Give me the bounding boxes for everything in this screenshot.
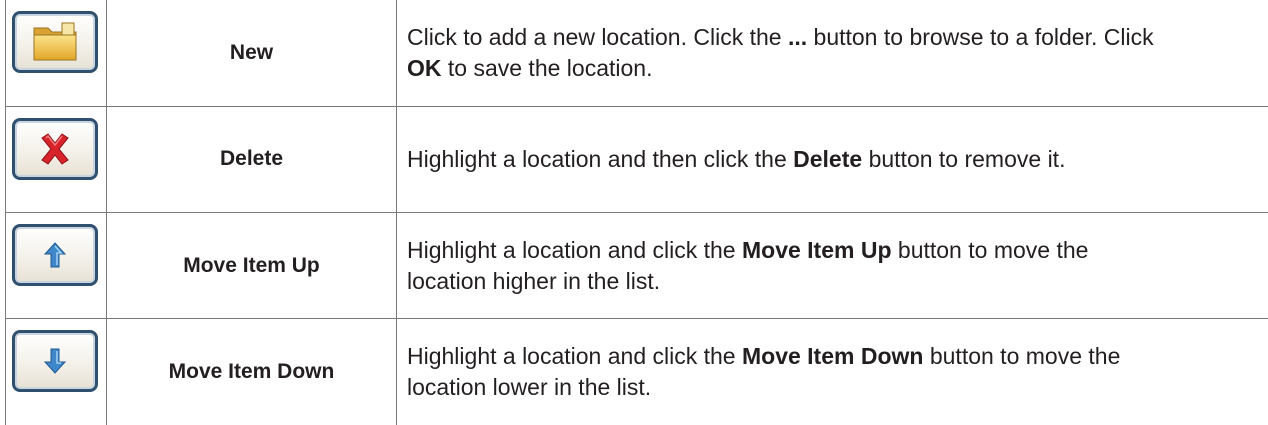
table-row: Move Item Up Highlight a location and cl… <box>5 211 1268 320</box>
arrow-up-icon <box>44 242 66 268</box>
move-item-down-button[interactable] <box>12 330 98 393</box>
item-name: Delete <box>106 105 397 214</box>
item-description: Highlight a location and then click the … <box>396 105 1268 214</box>
new-folder-icon <box>33 22 77 61</box>
item-name: New <box>106 0 397 107</box>
item-description: Highlight a location and click the Move … <box>396 211 1268 320</box>
item-name: Move Item Down <box>106 318 397 425</box>
table-row: Delete Highlight a location and then cli… <box>5 105 1268 214</box>
icon-cell <box>5 105 107 214</box>
description-line: Click to add a new location. Click the .… <box>407 23 1154 50</box>
item-description: Click to add a new location. Click the .… <box>396 0 1268 107</box>
table-row: Move Item Down Highlight a location and … <box>5 318 1268 425</box>
icon-cell <box>5 211 107 320</box>
description-line: location lower in the list. <box>407 374 652 401</box>
icon-cell <box>5 0 107 107</box>
arrow-down-icon <box>44 348 66 374</box>
new-button[interactable] <box>12 11 98 73</box>
item-name: Move Item Up <box>106 211 397 320</box>
item-description: Highlight a location and click the Move … <box>396 318 1268 425</box>
delete-x-icon <box>41 133 69 165</box>
description-line: Highlight a location and then click the … <box>407 145 1066 172</box>
table-row: New Click to add a new location. Click t… <box>5 0 1268 107</box>
description-line: OK to save the location. <box>407 54 653 81</box>
move-item-up-button[interactable] <box>12 224 98 286</box>
description-line: Highlight a location and click the Move … <box>407 236 1089 263</box>
delete-button[interactable] <box>12 117 98 180</box>
icon-cell <box>5 318 107 425</box>
description-line: location higher in the list. <box>407 267 661 294</box>
toolbar-reference-table: New Click to add a new location. Click t… <box>5 0 1268 425</box>
description-line: Highlight a location and click the Move … <box>407 343 1121 370</box>
